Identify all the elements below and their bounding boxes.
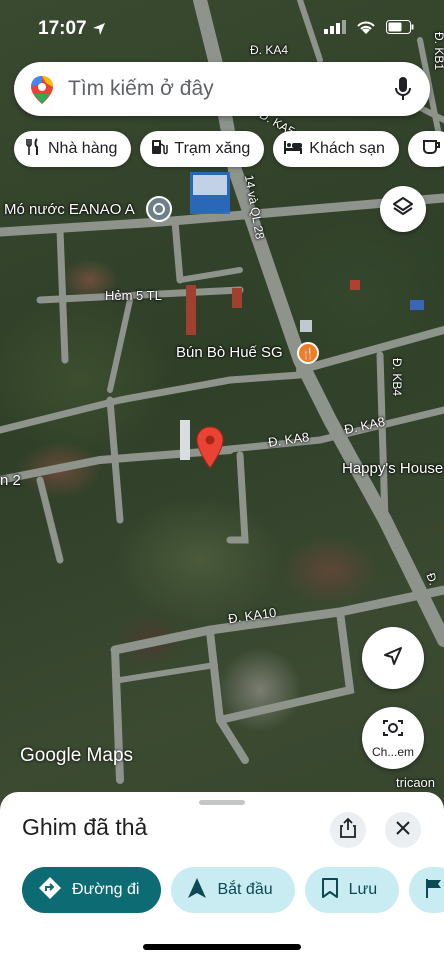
google-maps-logo-icon [30,75,54,110]
chip-cafe[interactable] [407,131,444,167]
chip-label: Trạm xăng [174,140,251,157]
chip-label: Khách sạn [309,140,385,157]
location-arrow-icon [92,22,106,41]
my-location-button[interactable] [362,627,424,689]
share-button[interactable] [330,812,366,848]
save-button[interactable]: Lưu [304,867,400,913]
microphone-icon[interactable] [394,76,412,107]
navigation-arrow-icon [187,877,207,904]
search-input[interactable]: Tìm kiếm ở đây [68,77,214,101]
restaurant-icon [24,137,42,161]
chip-gas-stations[interactable]: Trạm xăng [140,131,265,167]
bookmark-icon [321,877,339,904]
layers-button[interactable] [380,186,426,232]
chip-label: Nhà hàng [48,140,118,157]
navigation-arrow-icon [382,645,404,672]
directions-label: Đường đi [72,881,140,898]
save-label: Lưu [348,881,378,898]
restaurant-pin-icon[interactable]: 🍴 [297,342,319,364]
flag-button[interactable] [409,867,444,913]
sheet-actions: Đường đi Bắt đầu Lưu [22,867,444,913]
place-pin-water-icon[interactable] [146,196,172,222]
road-label-hem5: Hẻm 5 TL [105,288,162,303]
gas-station-icon [150,138,169,161]
status-bar: 17:07 [0,0,444,58]
battery-icon [386,20,414,39]
status-time: 17:07 [38,18,87,39]
search-bar[interactable]: Tìm kiếm ở đây [14,62,430,116]
place-label-bun-bo[interactable]: Bún Bò Huế SG [176,344,283,361]
wifi-icon [356,20,376,39]
road-label-kb4: Đ. KB4 [390,357,405,397]
flag-icon [425,877,443,904]
close-icon [396,820,410,840]
road-label-n2: n 2 [0,472,21,489]
camera-search-button[interactable]: Ch...em [362,707,424,769]
start-label: Bắt đầu [217,881,273,898]
directions-button[interactable]: Đường đi [22,867,162,913]
signal-icon [324,20,346,39]
chip-hotels[interactable]: Khách sạn [273,131,399,167]
close-button[interactable] [385,812,421,848]
place-label-water[interactable]: Mó nước EANAO A [4,201,135,218]
coffee-icon [422,138,442,161]
camera-search-label: Ch...em [371,744,414,759]
share-icon [339,817,357,843]
layers-icon [392,196,414,223]
chip-restaurants[interactable]: Nhà hàng [14,131,132,167]
hotel-icon [283,139,303,160]
start-button[interactable]: Bắt đầu [171,867,295,913]
camera-lens-icon [382,718,404,743]
category-chips: Nhà hàng Trạm xăng Khách sạn [14,131,444,167]
google-maps-watermark: Google Maps [20,745,134,766]
dropped-pin-icon[interactable] [196,426,224,470]
place-label-happy-house[interactable]: Happy's House [342,460,443,477]
directions-icon [38,876,62,905]
sheet-drag-handle[interactable] [199,800,245,805]
sheet-title: Ghim đã thả [22,814,148,840]
place-label-tricao: tricaon [396,775,436,790]
home-indicator [143,944,301,950]
